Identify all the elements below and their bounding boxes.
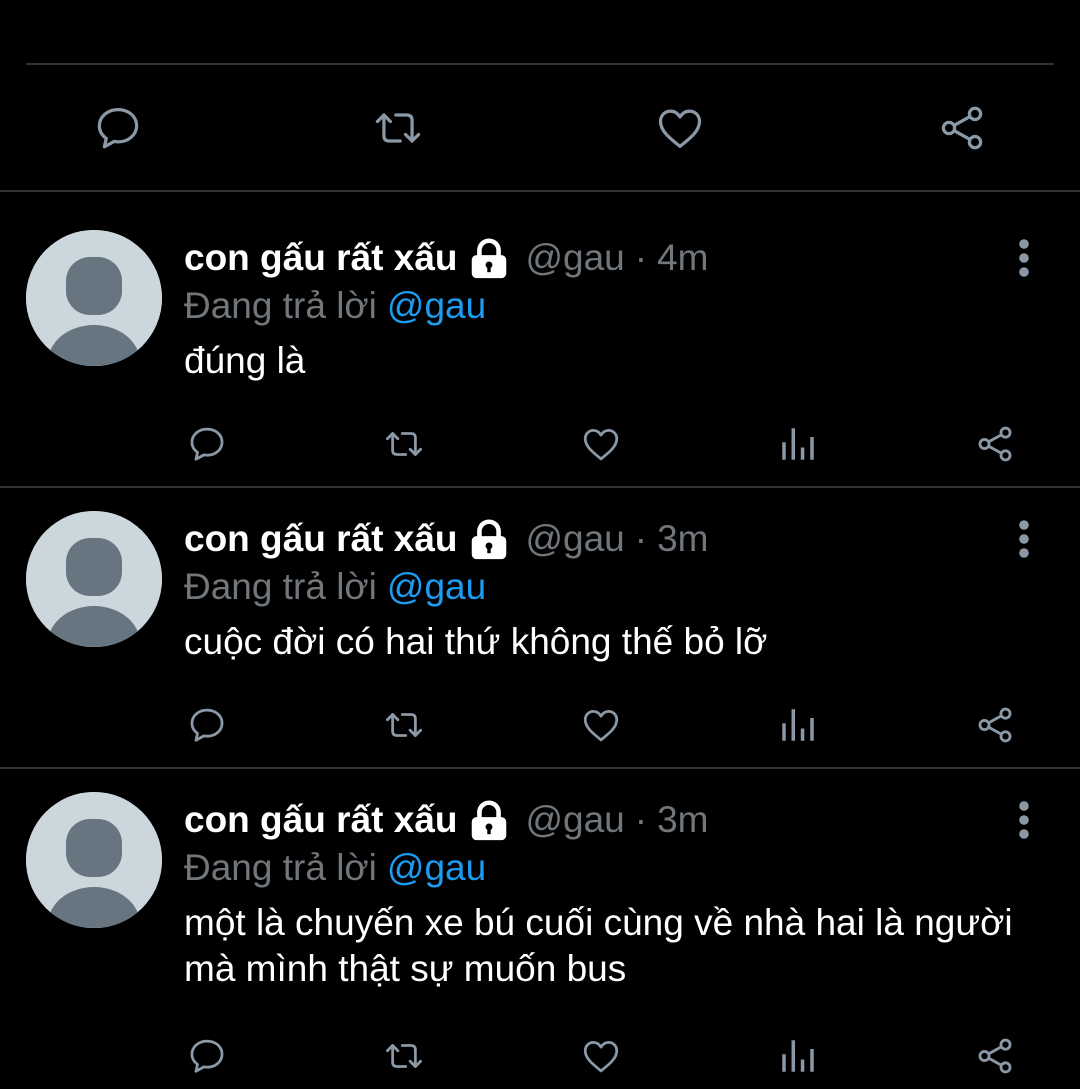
display-name[interactable]: con gấu rất xấu [184, 237, 457, 279]
replying-to-line: Đang trả lời @gau [184, 282, 486, 330]
replying-to-label: Đang trả lời [184, 847, 377, 888]
tweet-header: con gấu rất xấu @gau · 4m [184, 234, 708, 282]
more-options-button[interactable] [1004, 796, 1044, 844]
replying-to-label: Đang trả lời [184, 285, 377, 326]
tweet-text: đúng là [184, 340, 306, 381]
like-button[interactable] [579, 422, 623, 466]
tweet-header: con gấu rất xấu @gau · 3m [184, 515, 708, 563]
reply-tweet[interactable]: con gấu rất xấu @gau · 4m Đang trả lời @… [0, 192, 1080, 486]
reply-icon [190, 708, 224, 742]
avatar[interactable] [26, 511, 162, 647]
lock-icon [465, 236, 513, 280]
share-icon [978, 426, 1012, 462]
replying-to-line: Đang trả lời @gau [184, 844, 486, 892]
retweet-icon [375, 113, 421, 143]
reply-icon [190, 1039, 224, 1073]
avatar[interactable] [26, 792, 162, 928]
display-name[interactable]: con gấu rất xấu [184, 799, 457, 841]
retweet-icon [385, 1044, 423, 1068]
analytics-button[interactable] [776, 703, 820, 747]
retweet-button[interactable] [382, 422, 426, 466]
analytics-icon [782, 709, 814, 741]
divider [26, 63, 1054, 65]
share-button[interactable] [936, 102, 988, 154]
retweet-button[interactable] [372, 102, 424, 154]
reply-button[interactable] [92, 102, 144, 154]
share-button[interactable] [973, 1034, 1017, 1078]
replying-to-handle-link[interactable]: @gau [387, 285, 486, 327]
heart-icon [583, 1040, 619, 1073]
share-button[interactable] [973, 422, 1017, 466]
more-vertical-icon [1019, 239, 1029, 277]
analytics-icon [782, 1040, 814, 1072]
replying-to-handle-link[interactable]: @gau [387, 566, 486, 608]
timestamp[interactable]: 3m [657, 799, 708, 841]
lock-icon [465, 798, 513, 842]
like-button[interactable] [579, 703, 623, 747]
heart-icon [583, 709, 619, 742]
separator-dot: · [634, 518, 648, 559]
default-avatar-icon [26, 511, 162, 647]
separator-dot: · [634, 799, 648, 840]
share-button[interactable] [973, 703, 1017, 747]
reply-tweet[interactable]: con gấu rất xấu @gau · 3m Đang trả lời @… [0, 754, 1080, 1089]
retweet-button[interactable] [382, 1034, 426, 1078]
tweet-text: cuộc đời có hai thứ không thế bỏ lỡ [184, 621, 768, 662]
heart-icon [658, 109, 702, 149]
share-icon [978, 1038, 1012, 1074]
reply-button[interactable] [185, 703, 229, 747]
more-vertical-icon [1019, 520, 1029, 558]
like-button[interactable] [654, 102, 706, 154]
replying-to-handle-link[interactable]: @gau [387, 847, 486, 889]
user-handle[interactable]: @gau [525, 237, 624, 279]
reply-tweet[interactable]: con gấu rất xấu @gau · 3m Đang trả lời @… [0, 473, 1080, 767]
separator-dot: · [634, 237, 648, 278]
more-options-button[interactable] [1004, 515, 1044, 563]
tweet-header: con gấu rất xấu @gau · 3m [184, 796, 708, 844]
heart-icon [583, 428, 619, 461]
more-options-button[interactable] [1004, 234, 1044, 282]
tweet-text: một là chuyến xe bú cuối cùng về nhà hai… [184, 902, 1013, 989]
timestamp[interactable]: 3m [657, 518, 708, 560]
analytics-button[interactable] [776, 1034, 820, 1078]
retweet-button[interactable] [382, 703, 426, 747]
analytics-button[interactable] [776, 422, 820, 466]
default-avatar-icon [26, 792, 162, 928]
lock-icon [465, 517, 513, 561]
share-icon [941, 106, 983, 150]
retweet-icon [385, 713, 423, 737]
more-vertical-icon [1019, 801, 1029, 839]
user-handle[interactable]: @gau [525, 799, 624, 841]
default-avatar-icon [26, 230, 162, 366]
timestamp[interactable]: 4m [657, 237, 708, 279]
reply-button[interactable] [185, 1034, 229, 1078]
display-name[interactable]: con gấu rất xấu [184, 518, 457, 560]
replying-to-label: Đang trả lời [184, 566, 377, 607]
analytics-icon [782, 428, 814, 460]
retweet-icon [385, 432, 423, 456]
avatar[interactable] [26, 230, 162, 366]
reply-icon [190, 427, 224, 461]
share-icon [978, 707, 1012, 743]
replying-to-line: Đang trả lời @gau [184, 563, 486, 611]
reply-button[interactable] [185, 422, 229, 466]
like-button[interactable] [579, 1034, 623, 1078]
parent-tweet-action-bar [0, 0, 1080, 192]
user-handle[interactable]: @gau [525, 518, 624, 560]
reply-icon [97, 107, 139, 149]
